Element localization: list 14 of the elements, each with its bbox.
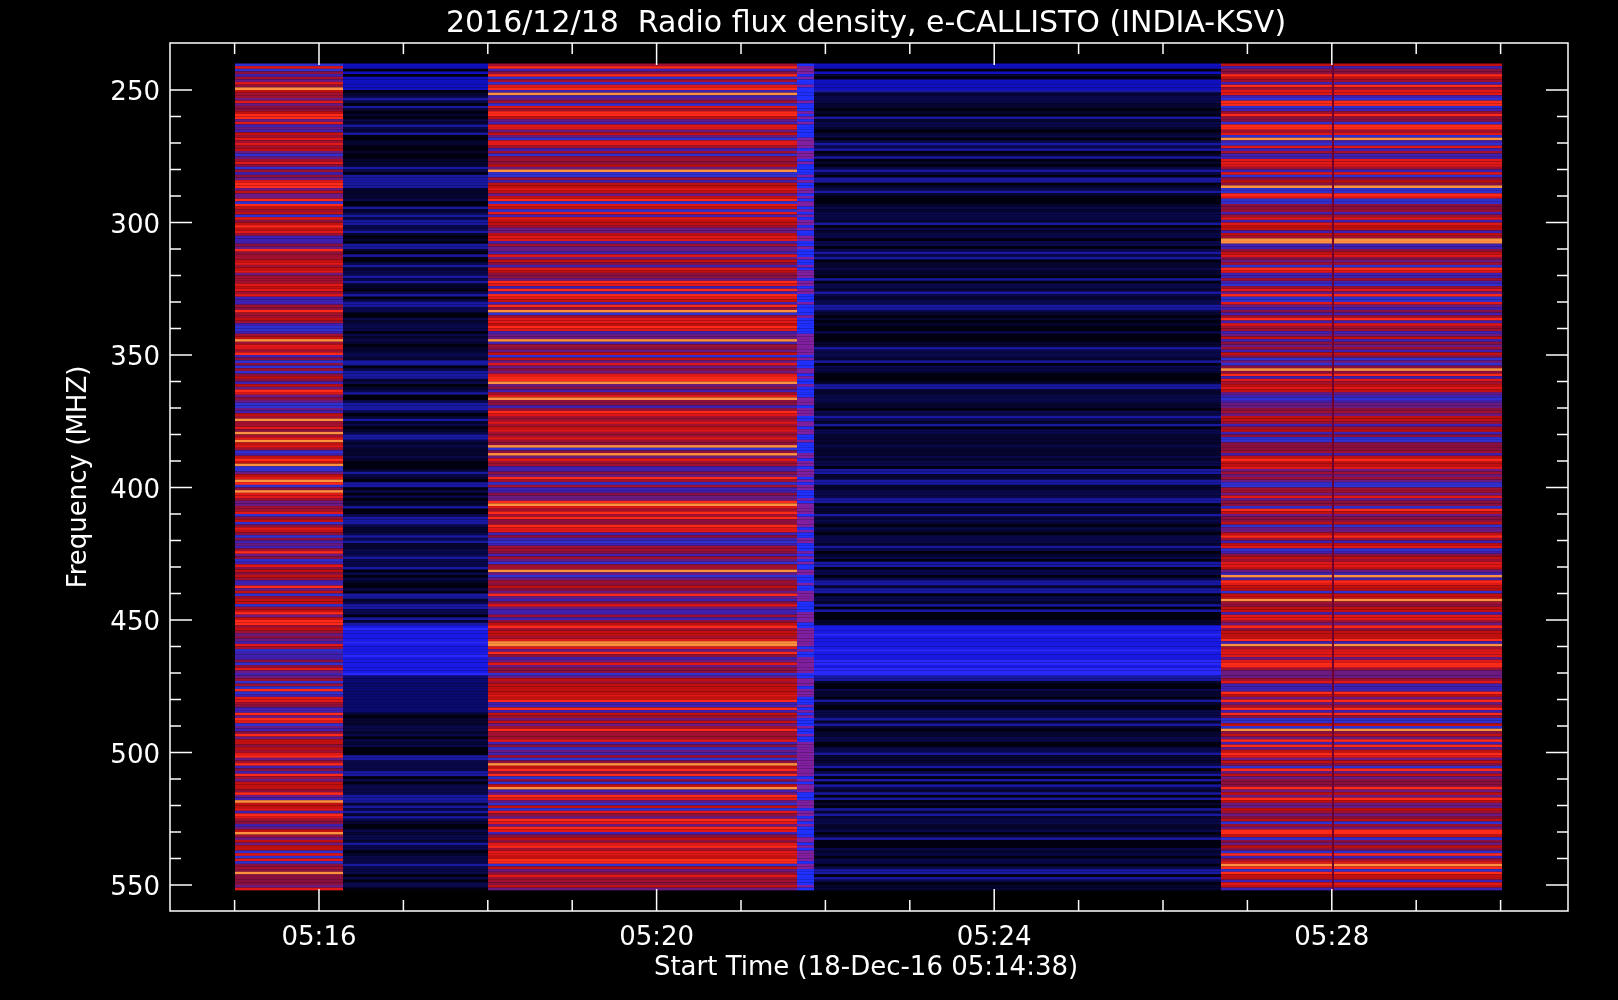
axis-tick-label: 05:28 <box>1294 921 1370 951</box>
axis-tick-label: 05:20 <box>619 921 695 951</box>
axis-tick-label: 450 <box>110 606 160 636</box>
axis-tick-label: 500 <box>110 738 160 769</box>
axis-tick-label: 250 <box>110 76 160 106</box>
axis-tick-label: 350 <box>110 341 160 371</box>
axis-tick-label: 550 <box>110 871 160 901</box>
axis-tick-label: 05:16 <box>281 921 357 951</box>
axis-tick-label: 05:24 <box>956 921 1032 951</box>
chart-title: 2016/12/18 Radio flux density, e-CALLISTO (INDIA-KSV) <box>445 4 1287 39</box>
axis-tick-label: 300 <box>110 208 160 239</box>
x-axis-title: Start Time (18-Dec-16 05:14:38) <box>653 951 1079 981</box>
y-axis-title: Frequency (MHZ) <box>62 365 92 589</box>
axis-tick-label: 400 <box>110 473 160 504</box>
